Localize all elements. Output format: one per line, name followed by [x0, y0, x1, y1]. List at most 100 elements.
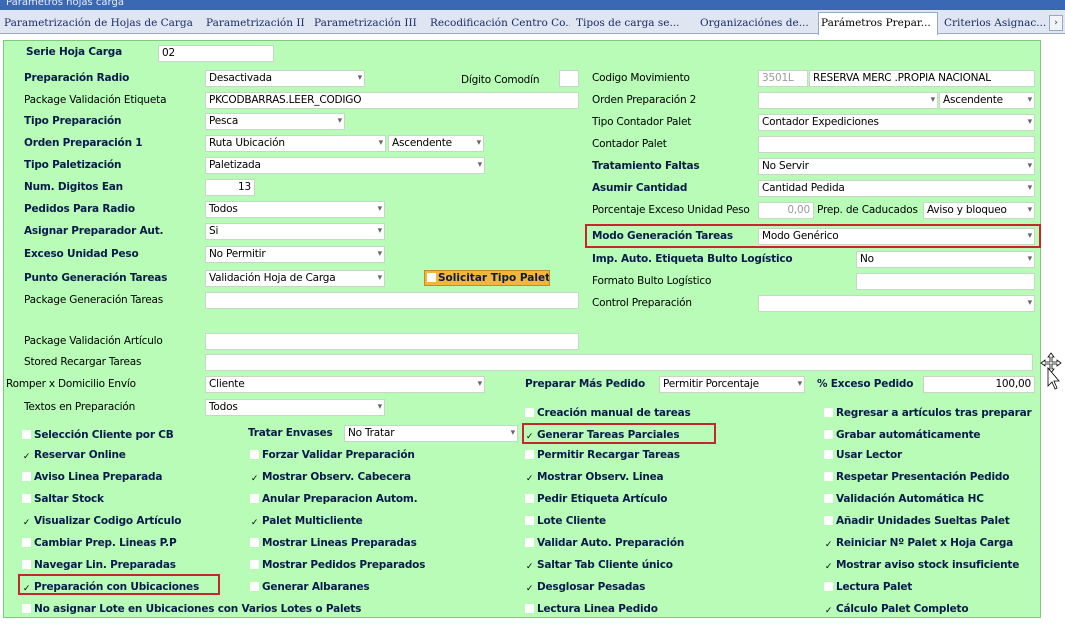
checkbox-col1-8[interactable]: No asignar Lote en Ubicaciones con Vario… [22, 601, 361, 617]
checkbox-icon[interactable] [824, 516, 833, 525]
checkbox-col3-5[interactable]: Lote Cliente [525, 513, 606, 529]
checkbox-icon[interactable] [22, 430, 31, 439]
checkmark-icon[interactable]: ✓ [824, 607, 833, 616]
checkbox-icon[interactable] [525, 538, 534, 547]
package-validacion-articulo-field[interactable] [205, 333, 579, 350]
preparar-mas-pedido-select[interactable]: Permitir Porcentaje [659, 376, 805, 393]
checkbox-icon[interactable] [22, 560, 31, 569]
checkbox-col2-3[interactable]: ✓ Palet Multicliente [250, 513, 363, 529]
checkbox-icon[interactable] [824, 408, 833, 417]
imp-auto-etiqueta-select[interactable]: No [856, 251, 1035, 268]
orden-preparacion-2-select[interactable] [758, 92, 938, 109]
asignar-preparador-select[interactable]: Si [205, 223, 385, 240]
checkbox-icon[interactable] [824, 450, 833, 459]
checkbox-col3-7[interactable]: ✓ Saltar Tab Cliente único [525, 557, 673, 573]
checkbox-col2-4[interactable]: Mostrar Lineas Preparadas [250, 535, 417, 551]
tipo-contador-palet-select[interactable]: Contador Expediciones [758, 114, 1035, 131]
prep-caducados-select[interactable]: Aviso y bloqueo [923, 202, 1035, 219]
exceso-pedido-field[interactable]: 100,00 [923, 376, 1035, 393]
checkbox-icon[interactable] [824, 582, 833, 591]
tab-recodificacion[interactable]: Recodificación Centro Co... [428, 13, 570, 34]
checkmark-icon[interactable]: ✓ [525, 433, 534, 442]
checkmark-icon[interactable]: ✓ [525, 585, 534, 594]
checkbox-icon[interactable] [525, 408, 534, 417]
checkmark-icon[interactable]: ✓ [250, 519, 259, 528]
orden-preparacion-2-order-select[interactable]: Ascendente [939, 92, 1035, 109]
tipo-paletizacion-select[interactable]: Paletizada [205, 157, 485, 174]
exceso-unidad-peso-select[interactable]: No Permitir [205, 246, 385, 263]
checkbox-col3-3[interactable]: ✓ Mostrar Observ. Linea [525, 469, 664, 485]
tab-criterios-asignacion[interactable]: Criterios Asignac... [942, 13, 1046, 34]
romper-domicilio-select[interactable]: Cliente [205, 376, 485, 393]
tipo-preparacion-select[interactable]: Pesca [205, 113, 345, 130]
checkbox-col4-4[interactable]: Validación Automática HC [824, 491, 984, 507]
checkbox-col4-1[interactable]: Grabar automáticamente [824, 427, 981, 443]
checkbox-col1-7[interactable]: ✓ Preparación con Ubicaciones [22, 579, 199, 595]
checkbox-icon[interactable] [250, 538, 259, 547]
checkbox-col1-0[interactable]: Selección Cliente por CB [22, 427, 174, 443]
pedidos-para-radio-select[interactable]: Todos [205, 201, 385, 218]
tab-parametrizacion-3[interactable]: Parametrización III [312, 13, 424, 34]
checkbox-col1-2[interactable]: Aviso Linea Preparada [22, 469, 162, 485]
checkbox-icon[interactable] [22, 604, 31, 613]
punto-generacion-tareas-select[interactable]: Validación Hoja de Carga [205, 270, 385, 287]
checkbox-col1-1[interactable]: ✓ Reservar Online [22, 447, 126, 463]
checkbox-col2-6[interactable]: Generar Albaranes [250, 579, 370, 595]
package-generacion-tareas-field[interactable] [205, 292, 579, 309]
checkbox-col2-2[interactable]: Anular Preparacion Autom. [250, 491, 418, 507]
checkbox-icon[interactable] [525, 516, 534, 525]
checkmark-icon[interactable]: ✓ [22, 585, 31, 594]
modo-generacion-tareas-select[interactable]: Modo Genérico [758, 228, 1035, 245]
orden-preparacion-1-select[interactable]: Ruta Ubicación [205, 135, 386, 152]
checkbox-icon[interactable] [824, 472, 833, 481]
checkbox-icon[interactable] [250, 560, 259, 569]
checkbox-col3-1[interactable]: ✓ Generar Tareas Parciales [525, 427, 680, 443]
checkbox-icon[interactable] [525, 450, 534, 459]
porcentaje-exceso-field[interactable]: 0,00 [758, 202, 814, 219]
textos-preparacion-select[interactable]: Todos [205, 399, 385, 416]
checkbox-col4-2[interactable]: Usar Lector [824, 447, 902, 463]
checkbox-icon[interactable] [250, 494, 259, 503]
asumir-cantidad-select[interactable]: Cantidad Pedida [758, 180, 1035, 197]
checkbox-col4-9[interactable]: ✓ Cálculo Palet Completo [824, 601, 969, 617]
checkmark-icon[interactable]: ✓ [824, 563, 833, 572]
package-validacion-etiqueta-field[interactable]: PKCODBARRAS.LEER_CODIGO [205, 92, 579, 109]
checkbox-col1-3[interactable]: Saltar Stock [22, 491, 104, 507]
control-preparacion-select[interactable] [758, 295, 1035, 312]
checkbox-icon[interactable] [250, 450, 259, 459]
tratar-envases-select[interactable]: No Tratar [344, 425, 518, 442]
checkbox-col3-4[interactable]: Pedir Etiqueta Artículo [525, 491, 667, 507]
checkbox-icon[interactable] [22, 472, 31, 481]
checkmark-icon[interactable]: ✓ [22, 519, 31, 528]
checkbox-col1-4[interactable]: ✓ Visualizar Codigo Artículo [22, 513, 182, 529]
preparacion-radio-select[interactable]: Desactivada [205, 70, 365, 87]
checkbox-icon[interactable] [525, 494, 534, 503]
checkbox-col1-5[interactable]: Cambiar Prep. Lineas P.P [22, 535, 177, 551]
tab-tipos-carga[interactable]: Tipos de carga se... [574, 13, 692, 34]
checkbox-col3-8[interactable]: ✓ Desglosar Pesadas [525, 579, 646, 595]
checkbox-col4-5[interactable]: Añadir Unidades Sueltas Palet [824, 513, 1010, 529]
tab-organizaciones[interactable]: Organizaciónes de... [698, 13, 814, 34]
checkmark-icon[interactable]: ✓ [525, 475, 534, 484]
formato-bulto-field[interactable] [856, 273, 1035, 290]
checkbox-col2-0[interactable]: Forzar Validar Preparación [250, 447, 415, 463]
checkbox-col1-6[interactable]: Navegar Lin. Preparadas [22, 557, 176, 573]
checkbox-col3-6[interactable]: Validar Auto. Preparación [525, 535, 684, 551]
orden-preparacion-1-order-select[interactable]: Ascendente [388, 135, 484, 152]
contador-palet-field[interactable] [758, 136, 1035, 153]
serie-field[interactable]: 02 [158, 45, 274, 62]
checkmark-icon[interactable]: ✓ [824, 541, 833, 550]
checkbox-col4-6[interactable]: ✓ Reiniciar Nº Palet x Hoja Carga [824, 535, 1013, 551]
tab-parametros-preparacion[interactable]: Parámetros Prepar... [818, 12, 938, 35]
stored-recargar-tareas-field[interactable] [205, 354, 1033, 371]
checkbox-col2-1[interactable]: ✓ Mostrar Observ. Cabecera [250, 469, 411, 485]
checkbox-icon[interactable] [824, 494, 833, 503]
checkbox-icon[interactable] [824, 430, 833, 439]
checkbox-col4-3[interactable]: Respetar Presentación Pedido [824, 469, 1009, 485]
checkbox-icon[interactable] [250, 582, 259, 591]
checkbox-col4-0[interactable]: Regresar a artículos tras preparar [824, 405, 1032, 421]
checkmark-icon[interactable]: ✓ [250, 475, 259, 484]
checkbox-col2-5[interactable]: Mostrar Pedidos Preparados [250, 557, 425, 573]
digito-comodin-field[interactable] [559, 70, 579, 87]
checkbox-icon[interactable] [22, 538, 31, 547]
